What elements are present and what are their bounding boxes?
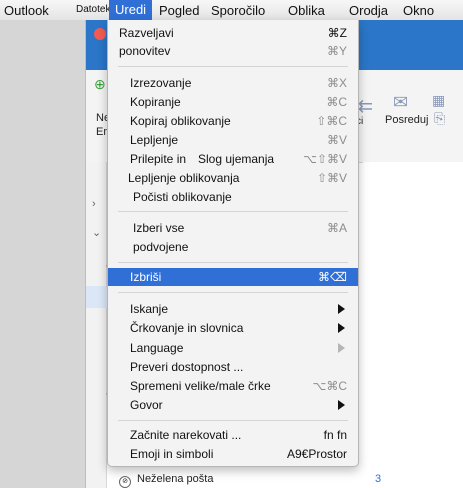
menu-item-undo[interactable]: Razveljavi ⌘Z [108, 24, 358, 42]
menu-item-label: Izrezovanje [130, 76, 192, 90]
menu-item-label: ponovitev [119, 44, 171, 58]
selected-folder-row[interactable] [86, 286, 108, 308]
shortcut-label: ⌥⇧⌘V [303, 152, 347, 166]
menu-item-copy[interactable]: Kopiranje ⌘C [108, 93, 358, 111]
menu-item-label: Language [130, 341, 184, 355]
attachment-icon[interactable]: ⎘ [434, 110, 445, 127]
menu-edit[interactable]: Uredi [109, 0, 153, 20]
shortcut-label: ⌘V [326, 133, 347, 147]
menu-item-label: Iskanje [130, 302, 169, 316]
menu-format[interactable]: Oblika [288, 3, 325, 18]
close-window-icon[interactable] [94, 28, 106, 40]
menu-tools[interactable]: Orodja [349, 3, 388, 18]
shortcut-label: ⌘⌫ [318, 270, 347, 284]
menu-item-label: Lepljenje oblikovanja [128, 171, 240, 185]
reading-pane [363, 162, 463, 488]
menu-item-select-duplicates[interactable]: podvojene [108, 238, 358, 256]
menu-item-clear-formatting[interactable]: Počisti oblikovanje [108, 188, 358, 206]
new-email-icon[interactable]: ⊕ [94, 76, 106, 93]
menu-window[interactable]: Okno [403, 3, 434, 18]
shortcut-label: fn fn [323, 428, 347, 442]
menu-item-label: Izbriši [130, 270, 162, 284]
menu-item-spelling[interactable]: Črkovanje in slovnica [108, 319, 358, 337]
menu-item-emoji[interactable]: Emoji in simboli A9€Prostor [108, 445, 358, 463]
folder-junk-email[interactable]: ⊘ Neželena pošta 3 [119, 470, 381, 488]
submenu-arrow-icon [338, 323, 345, 333]
menu-item-label: Izberi vse [133, 221, 185, 235]
desktop-background [0, 20, 85, 488]
menu-item-label: Lepljenje [130, 133, 179, 147]
shortcut-label: ⌘A [326, 221, 347, 235]
menu-item-label: Preveri dostopnost ... [130, 360, 244, 374]
menu-item-dictation[interactable]: Začnite narekovati ... fn fn [108, 426, 358, 444]
folder-junk-label: Neželena pošta [137, 473, 214, 485]
menu-item-redo[interactable]: ponovitev ⌘Y [108, 42, 358, 60]
menu-separator [118, 66, 348, 67]
menu-item-label: Počisti oblikovanje [133, 190, 232, 204]
shortcut-label: ⌥⌘C [312, 379, 348, 393]
folder-sidebar: › ⌄ ⌄ ⌄ [86, 162, 113, 488]
menu-item-label: Prilepite in [130, 152, 187, 166]
shortcut-label: ⇧⌘C [316, 114, 347, 128]
shortcut-label: ⇧⌘V [316, 171, 347, 185]
menu-item-label: Emoji in simboli [130, 447, 214, 461]
menu-item-label: Slog ujemanja [198, 152, 275, 166]
unread-count-badge: 3 [375, 473, 382, 485]
menu-item-label: Kopiraj oblikovanje [130, 114, 231, 128]
menu-item-label: Razveljavi [119, 26, 174, 40]
edit-menu: Razveljavi ⌘Z ponovitev ⌘Y Izrezovanje ⌘… [107, 20, 359, 467]
forward-label: Posreduj [385, 114, 429, 126]
junk-icon: ⊘ [119, 476, 131, 488]
shortcut-label: ⌘X [326, 76, 347, 90]
menu-item-select-all[interactable]: Izberi vse ⌘A [108, 219, 358, 237]
menu-item-find[interactable]: Iskanje [108, 300, 358, 318]
shortcut-label: A9€Prostor [286, 447, 347, 461]
menu-item-label: Začnite narekovati ... [130, 428, 242, 442]
forward-icon[interactable]: ✉ [393, 92, 408, 113]
shortcut-label: ⌘C [326, 95, 347, 109]
menu-item-label: Črkovanje in slovnica [130, 321, 244, 335]
menu-outlook[interactable]: Outlook [4, 3, 49, 18]
menu-separator [118, 420, 348, 421]
calendar-icon[interactable]: ▦ [432, 92, 445, 109]
menu-separator [118, 211, 348, 212]
chevron-down-icon[interactable]: ⌄ [92, 226, 101, 239]
submenu-arrow-icon [338, 400, 345, 410]
menu-item-paste-match-style[interactable]: Prilepite in Slog ujemanja ⌥⇧⌘V [108, 150, 358, 168]
menu-item-label: Spremeni velike/male črke [130, 379, 271, 393]
menu-item-label: Govor [130, 398, 163, 412]
menu-item-language[interactable]: Language [108, 339, 358, 357]
menu-message[interactable]: Sporočilo [211, 3, 265, 18]
menu-separator [118, 292, 348, 293]
menu-item-paste-formatting[interactable]: Lepljenje oblikovanja ⇧⌘V [108, 169, 358, 187]
menu-item-label: Kopiranje [130, 95, 181, 109]
menu-item-delete[interactable]: Izbriši ⌘⌫ [108, 268, 358, 286]
menu-item-cut[interactable]: Izrezovanje ⌘X [108, 74, 358, 92]
menu-item-change-case[interactable]: Spremeni velike/male črke ⌥⌘C [108, 377, 358, 395]
menu-item-label: podvojene [133, 240, 189, 254]
submenu-arrow-icon [338, 343, 345, 353]
menu-bar: Outlook Datoteka Uredi Pogled Sporočilo … [0, 0, 463, 21]
chevron-right-icon[interactable]: › [92, 198, 96, 210]
menu-item-speech[interactable]: Govor [108, 396, 358, 414]
menu-item-copy-formatting[interactable]: Kopiraj oblikovanje ⇧⌘C [108, 112, 358, 130]
shortcut-label: ⌘Z [327, 26, 347, 40]
reply-all-icon[interactable]: ⇇ [358, 96, 373, 117]
menu-separator [118, 262, 348, 263]
menu-view[interactable]: Pogled [159, 3, 199, 18]
menu-item-paste[interactable]: Lepljenje ⌘V [108, 131, 358, 149]
menu-item-accessibility[interactable]: Preveri dostopnost ... [108, 358, 358, 376]
submenu-arrow-icon [338, 304, 345, 314]
shortcut-label: ⌘Y [326, 44, 347, 58]
